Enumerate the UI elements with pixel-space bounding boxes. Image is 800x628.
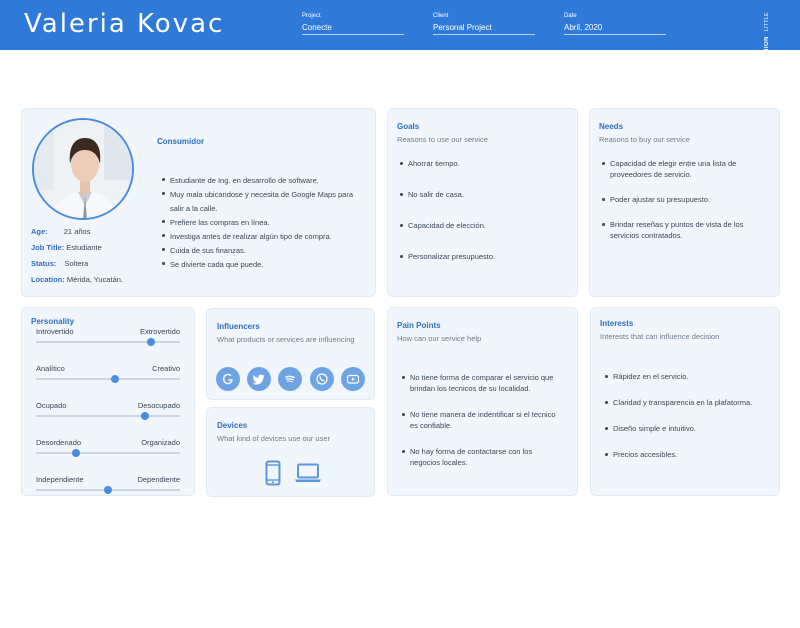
slider-knob: [111, 375, 120, 383]
needs-title: Needs: [599, 122, 624, 131]
list-item: No tiene manera de indentificar si el te…: [401, 409, 561, 431]
project-field: Project Conecte: [302, 13, 404, 35]
list-item: Poder ajustar su presupuesto.: [601, 194, 771, 205]
profile-bullets: Estudiante de Ing. en desarrollo de soft…: [161, 174, 366, 272]
list-item: Prefiere las compras en línea.: [161, 216, 366, 230]
client-field: Client Personal Project: [433, 13, 535, 35]
status-value: Soltera: [64, 259, 89, 268]
interests-title: Interests: [600, 319, 634, 328]
influencers-subtitle: What products or services are influencin…: [217, 335, 355, 344]
slider-knob: [104, 486, 112, 494]
google-icon[interactable]: [216, 367, 240, 391]
personality-title: Personality: [31, 317, 75, 326]
interests-list: Rápidez en el servicio. Claridad y trans…: [604, 371, 774, 460]
slider-knob: [72, 449, 81, 457]
slider-left-label: Introvertido: [36, 327, 74, 336]
slider-track: [36, 341, 180, 343]
age-label: Age:: [31, 227, 48, 236]
spotify-icon[interactable]: [278, 367, 302, 391]
age-row: Age: 21 años: [31, 227, 90, 236]
brand-small: LITTLE: [764, 12, 770, 32]
brand-logo: LITTLE NION: [764, 12, 778, 53]
slider-left-label: Analítico: [36, 364, 65, 373]
slider-desordenado-organizado: Desordenado Organizado: [36, 438, 180, 458]
slider-right-label: Organizado: [141, 438, 180, 447]
interests-subtitle: Interests that can influence decision: [600, 332, 720, 341]
age-value: 21 años: [63, 227, 91, 236]
list-item: Brindar reseñas y puntos de vista de los…: [601, 219, 771, 241]
slider-knob: [147, 338, 156, 346]
location-row: Location: Mérida, Yucatán.: [31, 275, 123, 284]
slider-left-label: Desordenado: [36, 438, 82, 447]
date-value: Abril, 2020: [564, 23, 666, 35]
slider-left-label: Independiente: [36, 475, 84, 484]
list-item: Capacidad de elección.: [399, 220, 569, 231]
project-label: Project: [302, 13, 321, 19]
job-row: Job Title: Estudiante: [31, 243, 102, 252]
slider-track: [36, 378, 180, 380]
slider-right-label: Desocupado: [137, 401, 180, 410]
client-label: Client: [433, 13, 449, 19]
slider-right-label: Creativo: [152, 364, 180, 373]
slider-ocupado-desocupado: Ocupado Desocupado: [36, 401, 180, 421]
needs-subtitle: Reasons to buy our service: [599, 135, 690, 144]
date-label: Date: [564, 13, 577, 19]
pain-points-subtitle: How can our service help: [397, 334, 482, 343]
list-item: No tiene forma de comparar el servicio q…: [401, 372, 561, 394]
date-field: Date Abril, 2020: [564, 13, 666, 35]
slider-right-label: Dependiente: [137, 475, 180, 484]
slider-track: [36, 452, 180, 454]
slider-left-label: Ocupado: [36, 401, 67, 410]
pain-points-title: Pain Points: [397, 321, 441, 330]
avatar-photo: [34, 120, 132, 218]
list-item: Se divierte cada que puede.: [161, 258, 366, 272]
client-value: Personal Project: [433, 23, 535, 35]
location-value: Mérida, Yucatán.: [66, 275, 123, 284]
job-value: Estudiante: [66, 243, 102, 252]
devices-title: Devices: [217, 421, 248, 430]
list-item: Capacidad de elegir entre una lista de p…: [601, 158, 771, 180]
goals-list: Ahorrar tiempo. No salir de casa. Capaci…: [399, 158, 569, 262]
list-item: Muy mala ubicandose y necesita de Google…: [161, 188, 366, 216]
list-item: Claridad y transparencia en la plafatorm…: [604, 397, 774, 408]
devices-subtitle: What kind of devices use our user: [217, 434, 330, 443]
slider-introvertido-extrovertido: Introvertido Extrovertido: [36, 327, 180, 347]
role-label: Consumidor: [157, 137, 205, 146]
list-item: Precios accesibles.: [604, 449, 774, 460]
influencers-title: Influencers: [217, 322, 260, 331]
slider-independiente-dependiente: Independiente Dependiente: [36, 475, 180, 495]
list-item: Cuida de sus finanzas.: [161, 244, 366, 258]
persona-name: Valeria Kovac: [24, 9, 225, 39]
list-item: Investiga antes de realizar algún tipo d…: [161, 230, 366, 244]
header-bar: Valeria Kovac Project Conecte Client Per…: [0, 0, 800, 53]
goals-subtitle: Reasons to use our service: [397, 135, 488, 144]
project-value: Conecte: [302, 23, 404, 35]
status-label: Status:: [31, 259, 57, 268]
list-item: Estudiante de Ing. en desarrollo de soft…: [161, 174, 366, 188]
list-item: Diseño simple e intuitivo.: [604, 423, 774, 434]
list-item: No salir de casa.: [399, 189, 569, 200]
list-item: No hay forma de contactarse con los nego…: [401, 446, 561, 468]
list-item: Rápidez en el servicio.: [604, 371, 774, 382]
slider-track: [36, 415, 180, 417]
location-label: Location:: [31, 275, 65, 284]
whatsapp-icon[interactable]: [310, 367, 334, 391]
youtube-icon[interactable]: [341, 367, 365, 391]
avatar: [32, 118, 134, 220]
status-row: Status: Soltera: [31, 259, 88, 268]
job-label: Job Title:: [31, 243, 65, 252]
list-item: Personalizar presupuesto.: [399, 251, 569, 262]
slider-analitico-creativo: Analítico Creativo: [36, 364, 180, 384]
needs-list: Capacidad de elegir entre una lista de p…: [601, 158, 771, 241]
list-item: Ahorrar tiempo.: [399, 158, 569, 169]
brand-big: NION: [764, 36, 770, 54]
slider-knob: [141, 412, 150, 420]
goals-title: Goals: [397, 122, 420, 131]
pain-points-list: No tiene forma de comparar el servicio q…: [401, 372, 561, 468]
slider-right-label: Extrovertido: [139, 327, 180, 336]
laptop-icon: [294, 463, 322, 483]
smartphone-icon: [265, 460, 281, 486]
twitter-icon[interactable]: [247, 367, 271, 391]
